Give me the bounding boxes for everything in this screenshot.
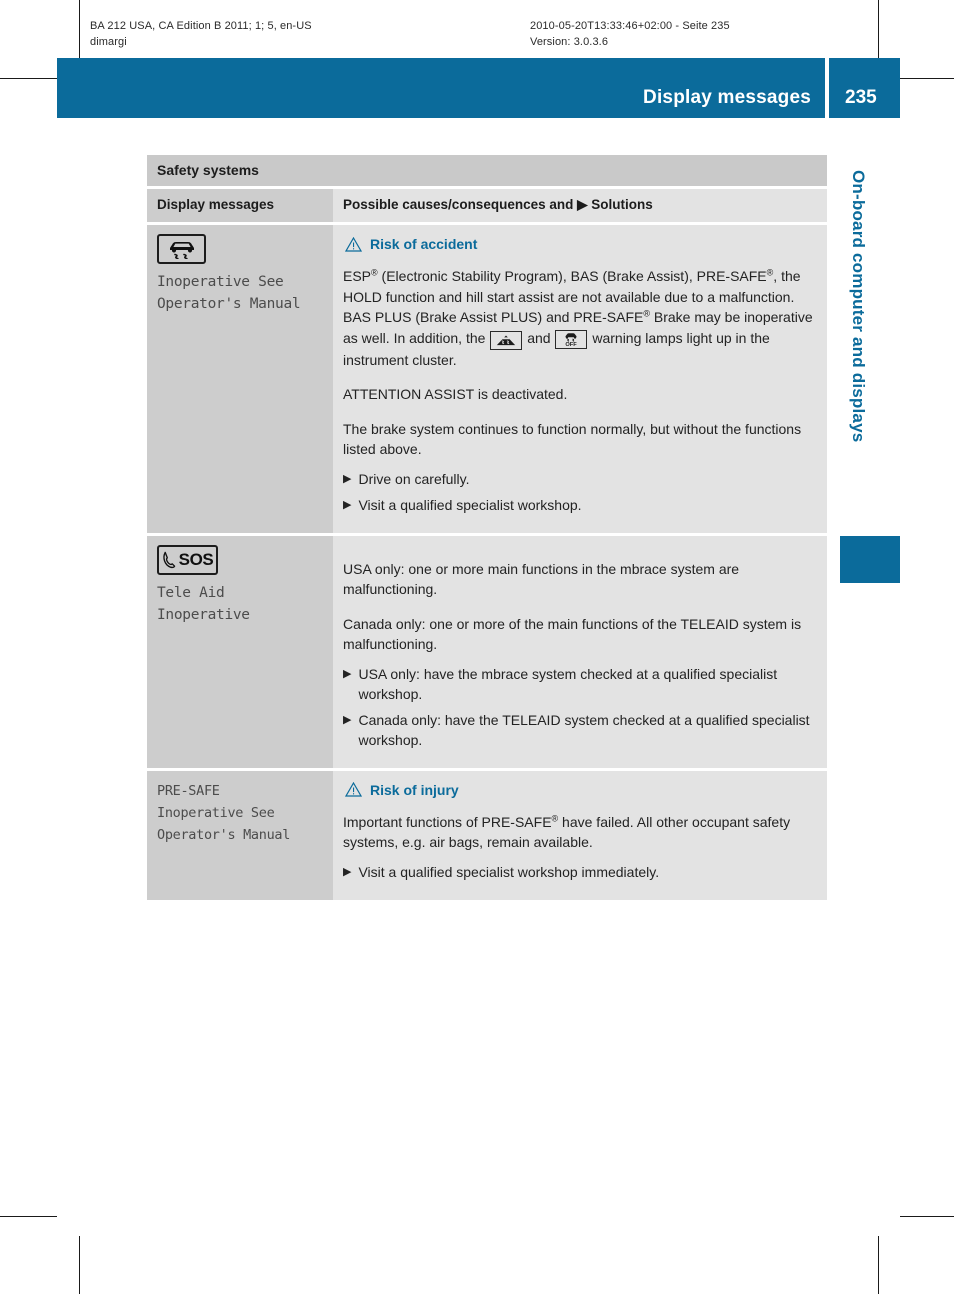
- body-paragraph: The brake system continues to function n…: [343, 420, 802, 458]
- page-number-band: 235: [829, 58, 900, 118]
- svg-text:OFF: OFF: [566, 341, 578, 346]
- page-title-band: Display messages: [57, 58, 825, 118]
- body-paragraph: USA only: one or more main functions in …: [343, 560, 740, 598]
- display-message-cell: PRE-SAFE Inoperative See Operator's Manu…: [147, 770, 333, 900]
- body-paragraph: ESP® (Electronic Stability Program), BAS…: [343, 267, 813, 368]
- solution-bullet: ▶ Drive on carefully.: [343, 469, 813, 490]
- body-paragraph: ATTENTION ASSIST is deactivated.: [343, 386, 568, 402]
- solution-bullet: ▶ Visit a qualified specialist workshop i…: [343, 862, 813, 883]
- phone-handset-icon: [162, 550, 177, 569]
- esp-warning-icon: [157, 234, 206, 264]
- print-meta-edition: BA 212 USA, CA Edition B 2011; 1; 5, en-…: [90, 20, 312, 32]
- causes-solutions-cell: USA only: one or more main functions in …: [333, 535, 827, 768]
- safety-systems-table: Safety systems Display messages Possible…: [147, 155, 827, 900]
- print-meta-right: 2010-05-20T13:33:46+02:00 - Seite 235 Ve…: [530, 18, 730, 50]
- solution-bullet-marker-icon: ▶: [343, 667, 352, 680]
- crop-mark-top-left-vertical: [79, 0, 80, 58]
- solutions-marker-icon: ▶: [577, 197, 588, 212]
- table-header-row: Display messages Possible causes/consequ…: [147, 189, 827, 222]
- crop-mark-bottom-right-vertical: [878, 1236, 879, 1294]
- display-message-text: Inoperative See Operator's Manual: [157, 274, 301, 312]
- solution-bullet-marker-icon: ▶: [343, 498, 352, 511]
- solution-bullet-text: Visit a qualified specialist workshop im…: [358, 863, 660, 880]
- warning-triangle-icon: [345, 236, 362, 252]
- warning-title: Risk of injury: [370, 781, 459, 798]
- solution-bullet-marker-icon: ▶: [343, 713, 352, 726]
- display-message-text: PRE-SAFE Inoperative See Operator's Manu…: [157, 782, 291, 843]
- warning-heading: Risk of accident: [345, 236, 813, 252]
- solution-bullet-text: Visit a qualified specialist workshop.: [358, 496, 582, 513]
- print-meta-version: Version: 3.0.3.6: [530, 36, 609, 48]
- warning-title: Risk of accident: [370, 236, 478, 252]
- registered-trademark-mark: ®: [643, 308, 650, 319]
- display-message-cell: Inoperative See Operator's Manual: [147, 225, 333, 533]
- chapter-side-tab-marker: [840, 536, 900, 583]
- warning-triangle-icon: [345, 782, 362, 797]
- page-title: Display messages: [643, 87, 811, 108]
- chapter-side-tab-label: On-board computer and displays: [849, 170, 868, 443]
- table-header-solutions-text: Solutions: [591, 197, 653, 212]
- print-meta-left: BA 212 USA, CA Edition B 2011; 1; 5, en-…: [90, 18, 312, 50]
- table-body: Inoperative See Operator's Manual Risk of…: [147, 225, 827, 900]
- causes-solutions-cell: Risk of injury Important functions of PRE…: [333, 770, 827, 900]
- sos-tele-aid-icon: SOS: [157, 544, 218, 575]
- body-paragraph: Canada only: one or more of the main fun…: [343, 615, 802, 653]
- display-message-cell: SOS Tele Aid Inoperative: [147, 535, 333, 768]
- solution-bullet-marker-icon: ▶: [343, 865, 352, 878]
- crop-mark-top-left-horizontal: [0, 78, 57, 79]
- esp-off-lamp-icon: OFF: [555, 329, 588, 349]
- table-section-title: Safety systems: [147, 155, 827, 186]
- solution-bullet-marker-icon: ▶: [343, 472, 352, 485]
- registered-trademark-mark: ®: [371, 267, 378, 278]
- crop-mark-bottom-left-horizontal: [0, 1216, 57, 1217]
- print-meta-timestamp: 2010-05-20T13:33:46+02:00 - Seite 235: [530, 20, 730, 32]
- crop-mark-top-right-horizontal: [900, 78, 954, 79]
- table-header-causes-text: Possible causes/consequences and: [343, 197, 574, 212]
- warning-heading: Risk of injury: [345, 782, 813, 798]
- solution-bullet-text: Canada only: have the TELEAID system che…: [358, 711, 810, 749]
- solution-bullet: ▶ Canada only: have the TELEAID system ch…: [343, 710, 813, 751]
- page-number: 235: [845, 87, 877, 108]
- crop-mark-top-right-vertical: [878, 0, 879, 58]
- esp-lamp-icon: [490, 330, 523, 350]
- print-meta-user: dimargi: [90, 36, 127, 48]
- solution-bullet-text: USA only: have the mbrace system checked…: [358, 665, 778, 703]
- table-header-display-messages: Display messages: [147, 189, 333, 222]
- display-message-text: Tele Aid Inoperative: [157, 584, 250, 623]
- causes-solutions-cell: Risk of accident ESP® (Electronic Stabili…: [333, 225, 827, 533]
- table-header-causes-solutions: Possible causes/consequences and ▶ Solut…: [333, 189, 827, 222]
- crop-mark-bottom-right-horizontal: [900, 1216, 954, 1217]
- crop-mark-bottom-left-vertical: [79, 1236, 80, 1294]
- table-row: Inoperative See Operator's Manual Risk of…: [147, 225, 827, 533]
- registered-trademark-mark: ®: [551, 812, 559, 823]
- table-row: PRE-SAFE Inoperative See Operator's Manu…: [147, 770, 827, 900]
- solution-bullet: ▶ Visit a qualified specialist workshop.: [343, 495, 813, 516]
- solution-bullet: ▶ USA only: have the mbrace system checke…: [343, 664, 813, 705]
- registered-trademark-mark: ®: [766, 267, 774, 278]
- table-row: SOS Tele Aid Inoperative USA only: one or …: [147, 535, 827, 768]
- solution-bullet-text: Drive on carefully.: [358, 470, 470, 487]
- body-paragraph: Important functions of PRE-SAFE® have fa…: [343, 812, 791, 850]
- sos-label: SOS: [178, 550, 214, 569]
